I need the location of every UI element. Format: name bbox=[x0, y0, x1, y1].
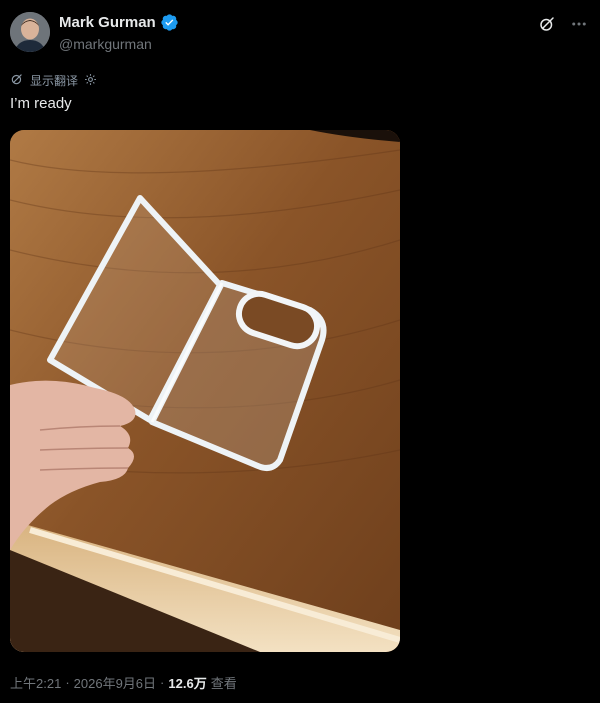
show-translation-label[interactable]: 显示翻译 bbox=[30, 72, 78, 89]
tweet-header: Mark Gurman @markgurman bbox=[10, 12, 590, 56]
settings-icon[interactable] bbox=[84, 73, 97, 89]
views-count: 12.6万 bbox=[168, 676, 207, 691]
translate-icon bbox=[10, 72, 24, 89]
tweet-meta: 上午2:21 · 2026年9月6日 · 12.6万 查看 bbox=[10, 673, 237, 692]
tweet-text: I’m ready bbox=[10, 95, 72, 112]
tweet-top-actions bbox=[538, 15, 588, 33]
tweet-media-photo[interactable] bbox=[10, 130, 400, 652]
author-name-row: Mark Gurman bbox=[59, 14, 178, 31]
tweet-time[interactable]: 上午2:21 bbox=[10, 673, 61, 692]
author-display-name[interactable]: Mark Gurman bbox=[59, 14, 156, 31]
grok-icon[interactable] bbox=[538, 15, 556, 33]
meta-separator: · bbox=[160, 675, 165, 690]
author-handle[interactable]: @markgurman bbox=[59, 36, 152, 52]
show-translation-row[interactable]: 显示翻译 bbox=[10, 72, 97, 89]
more-icon[interactable] bbox=[570, 15, 588, 33]
tweet-date[interactable]: 2026年9月6日 bbox=[74, 673, 156, 692]
phone-case-photo bbox=[10, 130, 400, 652]
verified-badge-icon bbox=[161, 14, 178, 31]
author-avatar[interactable] bbox=[10, 12, 50, 52]
meta-separator: · bbox=[65, 675, 70, 690]
views-label: 查看 bbox=[210, 676, 237, 691]
